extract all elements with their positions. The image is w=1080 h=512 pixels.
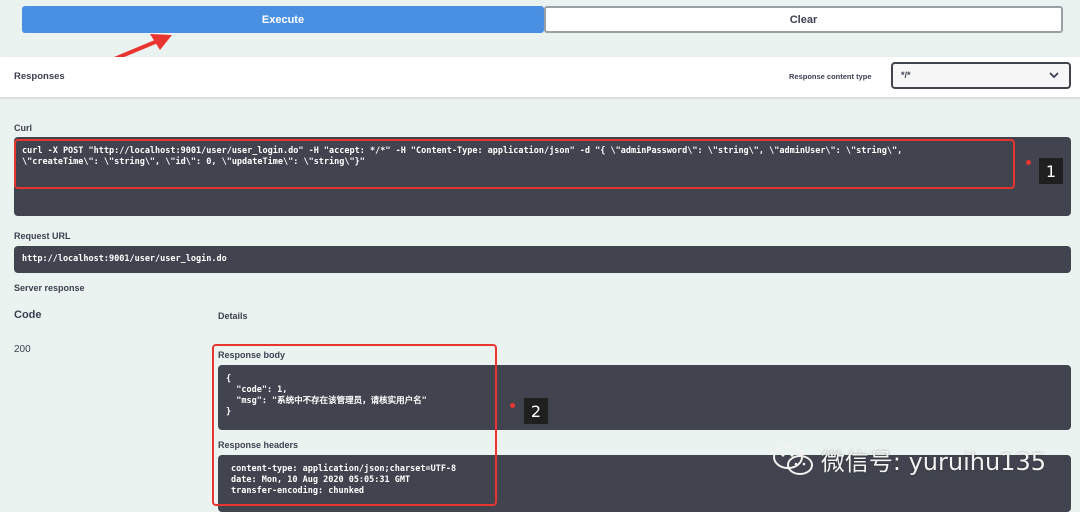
request-url-label: Request URL — [14, 231, 71, 241]
response-content-type-value: */* — [901, 70, 911, 80]
server-response-label: Server response — [14, 283, 85, 293]
curl-label: Curl — [14, 123, 32, 133]
responses-header: Responses Response content type */* — [0, 57, 1080, 97]
annotation-dot-1 — [1026, 160, 1031, 165]
status-code: 200 — [14, 344, 31, 355]
annotation-dot-2 — [510, 403, 515, 408]
response-content-type-label: Response content type — [789, 72, 872, 81]
request-url-box[interactable]: http://localhost:9001/user/user_login.do — [14, 246, 1071, 273]
annotation-badge-2: 2 — [524, 398, 548, 424]
clear-button[interactable]: Clear — [544, 6, 1063, 33]
response-content-type-select[interactable]: */* — [891, 62, 1071, 89]
request-url-value: http://localhost:9001/user/user_login.do — [22, 254, 227, 264]
details-column-header: Details — [218, 311, 248, 321]
chevron-down-icon — [1049, 72, 1059, 79]
annotation-badge-1: 1 — [1039, 158, 1063, 184]
code-column-header: Code — [14, 309, 42, 321]
responses-title: Responses — [14, 71, 65, 82]
annotation-box-1 — [14, 139, 1015, 189]
wechat-icon — [772, 444, 813, 475]
watermark: 微信号: yuruihu135 — [771, 442, 1046, 477]
watermark-text: 微信号: yuruihu135 — [820, 448, 1046, 476]
annotation-box-2 — [212, 344, 497, 506]
